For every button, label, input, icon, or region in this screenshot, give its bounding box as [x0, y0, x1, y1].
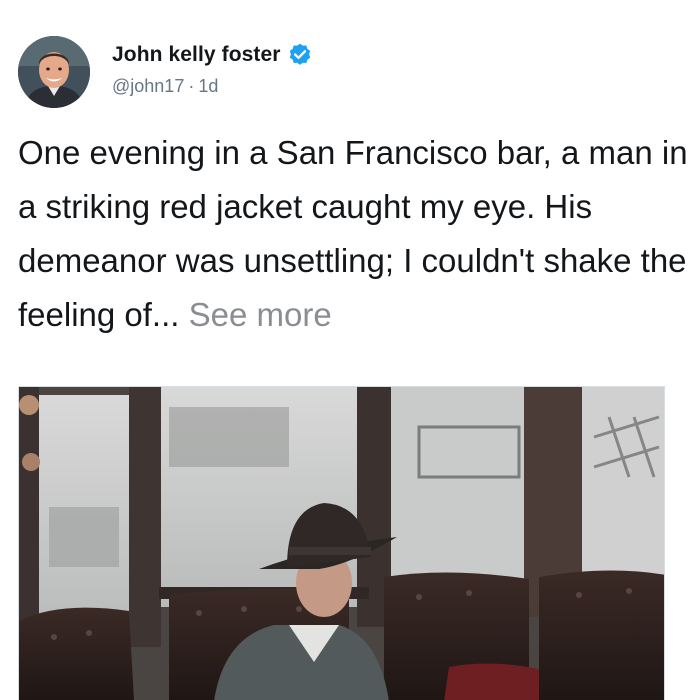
tweet-timestamp[interactable]: 1d: [198, 76, 218, 96]
author-name[interactable]: John kelly foster: [112, 43, 281, 67]
tweet-text: One evening in a San Francisco bar, a ma…: [18, 134, 688, 333]
author-handle[interactable]: @john17: [112, 76, 184, 96]
tweet-header: John kelly foster @john17 · 1d: [18, 36, 678, 116]
tweet-meta: @john17 · 1d: [112, 76, 218, 97]
tweet-photo[interactable]: [18, 386, 665, 700]
verified-badge-icon: [287, 42, 313, 68]
meta-separator: ·: [188, 76, 195, 96]
avatar-image: [18, 36, 90, 108]
avatar[interactable]: [18, 36, 90, 108]
tweet-body: One evening in a San Francisco bar, a ma…: [18, 126, 688, 342]
see-more-link[interactable]: See more: [189, 296, 332, 333]
name-row: John kelly foster: [112, 42, 313, 68]
bar-scene-image: [19, 387, 664, 700]
